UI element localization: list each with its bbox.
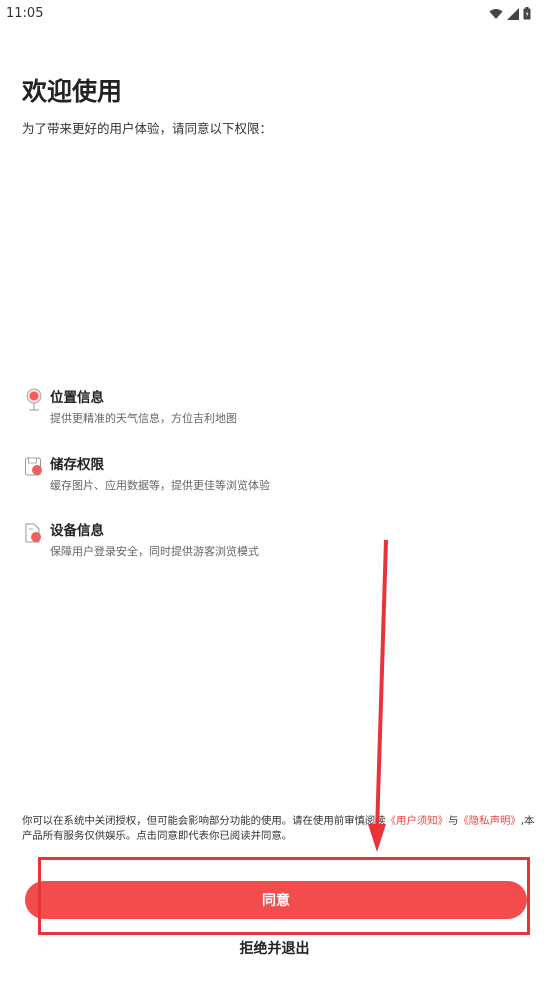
page-title: 欢迎使用 [22, 77, 123, 106]
notice-text: 你可以在系统中关闭授权，但可能会影响部分功能的使用。请在使用前审慎阅读 [22, 815, 386, 827]
status-time: 11:05 [6, 6, 44, 21]
annotation-highlight-box [38, 857, 530, 935]
permission-desc: 缓存图片、应用数据等，提供更佳等浏览体验 [50, 479, 270, 492]
permission-desc: 提供更精准的天气信息，方位吉利地图 [50, 412, 237, 425]
storage-icon [25, 457, 42, 476]
status-icons [489, 7, 531, 20]
refuse-and-exit-button[interactable]: 拒绝并退出 [0, 938, 549, 958]
notice-text: 与 [448, 815, 459, 827]
privacy-policy-link[interactable]: 《隐私声明》 [458, 815, 520, 827]
annotation-arrow [368, 540, 388, 852]
permission-title: 设备信息 [50, 523, 104, 539]
device-icon [25, 523, 41, 543]
permission-desc: 保障用户登录安全，同时提供游客浏览模式 [50, 545, 259, 558]
location-icon [26, 388, 42, 411]
status-bar: 11:05 [0, 0, 549, 30]
permission-notice: 你可以在系统中关闭授权，但可能会影响部分功能的使用。请在使用前审慎阅读《用户须知… [22, 814, 542, 844]
page-subtitle: 为了带来更好的用户体验，请同意以下权限： [22, 121, 273, 136]
permission-title: 储存权限 [50, 457, 104, 473]
battery-icon [523, 7, 531, 20]
permission-title: 位置信息 [50, 390, 104, 406]
wifi-icon [489, 8, 503, 19]
signal-icon [507, 7, 519, 20]
